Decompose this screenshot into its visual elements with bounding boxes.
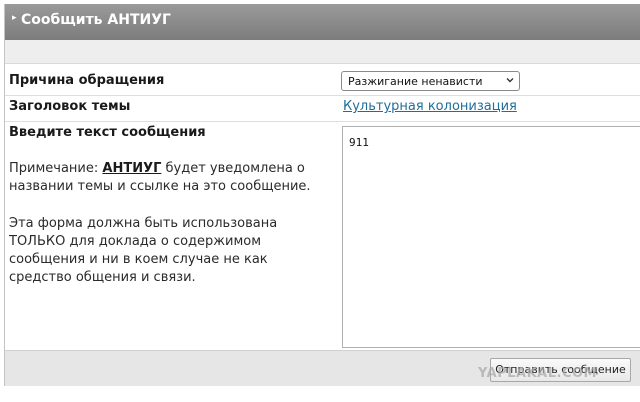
chevron-down-icon [506, 78, 514, 83]
topic-label: Заголовок темы [9, 99, 131, 114]
topic-link[interactable]: Культурная колонизация [343, 99, 517, 114]
topic-row: Заголовок темы Культурная колонизация [5, 96, 640, 122]
message-textarea[interactable]: 911 [342, 126, 640, 348]
notice-brand: АНТИУГ [102, 161, 162, 176]
message-label: Введите текст сообщения [9, 125, 206, 140]
message-value: 911 [349, 136, 369, 149]
reason-select[interactable]: Разжигание ненависти [341, 71, 520, 91]
notice-prefix: Примечание: [9, 161, 103, 176]
triangle-right-icon: ▸ [12, 13, 17, 23]
reason-label: Причина обращения [9, 73, 165, 88]
header-subbar [5, 40, 640, 64]
panel-title: Сообщить АНТИУГ [21, 12, 171, 28]
message-row: Введите текст сообщения Примечание: АНТИ… [5, 122, 640, 350]
panel-header: ▸ Сообщить АНТИУГ [5, 4, 640, 40]
reason-row: Причина обращения Разжигание ненависти [5, 68, 640, 96]
usage-warning: Эта форма должна быть использована ТОЛЬК… [9, 216, 278, 285]
reason-select-value: Разжигание ненависти [348, 75, 483, 88]
report-panel: ▸ Сообщить АНТИУГ Причина обращения Разж… [4, 4, 640, 386]
site-watermark: YAPLAKAL.COM [478, 366, 597, 381]
notice-text: Примечание: АНТИУГ будет уведомлена о на… [9, 160, 329, 196]
